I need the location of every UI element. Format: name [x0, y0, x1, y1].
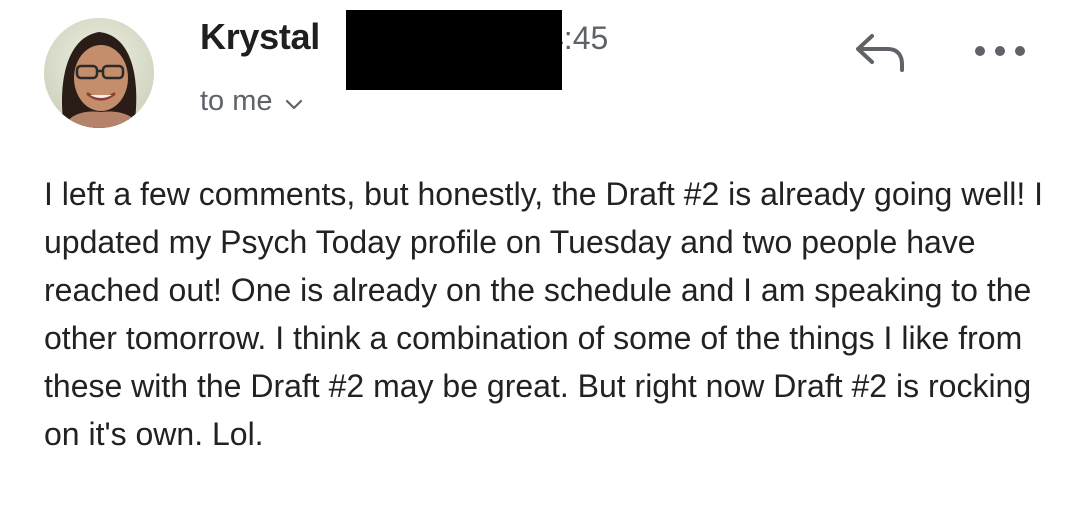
reply-icon — [856, 34, 904, 72]
recipient-label: to me — [200, 85, 273, 117]
more-horizontal-icon — [975, 46, 1025, 56]
more-options-button[interactable] — [970, 38, 1030, 64]
avatar[interactable] — [44, 18, 154, 128]
redaction-block — [346, 10, 562, 90]
sender-name[interactable]: Krystal — [200, 16, 320, 58]
avatar-photo — [44, 18, 154, 128]
message-body: I left a few comments, but honestly, the… — [44, 176, 1043, 452]
email-message-view: Krystal 4:45 to me I left a few comments… — [0, 0, 1079, 507]
reply-button[interactable] — [850, 28, 910, 78]
recipient-toggle[interactable]: to me — [200, 84, 303, 119]
chevron-down-icon — [285, 86, 303, 119]
